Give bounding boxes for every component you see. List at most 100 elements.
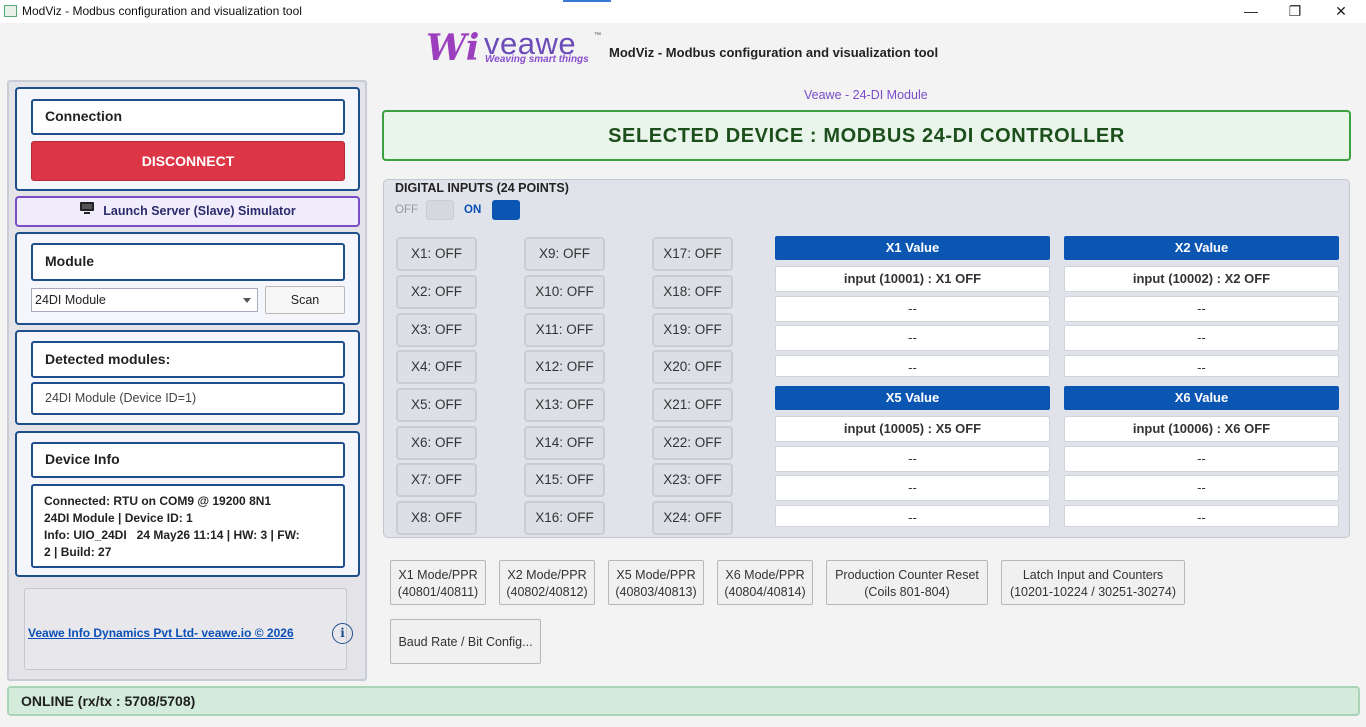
window-titlebar: ModViz - Modbus configuration and visual… [0,0,1366,23]
value-cell: input (10002) : X2 OFF [1064,266,1339,292]
value-cell: -- [1064,295,1339,322]
value-cell: input (10005) : X5 OFF [775,416,1050,442]
baud-rate-config-button[interactable]: Baud Rate / Bit Config... [390,619,541,664]
monitor-icon [79,197,95,224]
value-cell: -- [1064,504,1339,527]
digital-input-button[interactable]: X8: OFF [396,501,477,535]
device-info-line: 2 | Build: 27 [44,545,112,559]
digital-input-button[interactable]: X21: OFF [652,388,733,422]
value-cell: -- [775,325,1050,351]
legend-on-swatch [492,200,520,220]
digital-input-button[interactable]: X18: OFF [652,275,733,309]
button-label-line1: X2 Mode/PPR [507,568,587,582]
digital-input-button[interactable]: X13: OFF [524,388,605,422]
digital-input-button[interactable]: X7: OFF [396,463,477,497]
maximize-button[interactable]: ❐ [1272,0,1318,23]
digital-input-button[interactable]: X19: OFF [652,313,733,347]
legend-off-label: OFF [395,204,418,216]
legend-on-label: ON [464,204,482,216]
digital-input-button[interactable]: X12: OFF [524,350,605,384]
button-label-line1: Latch Input and Counters [1022,568,1164,582]
value-cell: -- [775,295,1050,322]
digital-input-button[interactable]: X11: OFF [524,313,605,347]
device-info-line: 24DI Module | Device ID: 1 [44,511,193,525]
digital-input-button[interactable]: X14: OFF [524,426,605,460]
app-icon [4,5,17,17]
value-cell: input (10006) : X6 OFF [1064,416,1339,442]
value-cell: -- [775,445,1050,472]
logo-trademark: ™ [594,32,601,39]
veawe-logo: Wi veawe Weaving smart things ™ [424,27,604,69]
value-cell: -- [775,475,1050,501]
button-label-line1: X1 Mode/PPR [398,568,478,582]
value-cell: input (10001) : X1 OFF [775,266,1050,292]
value-cell: -- [775,354,1050,377]
value-panel-header: X6 Value [1064,386,1339,410]
digital-input-button[interactable]: X15: OFF [524,463,605,497]
button-label-line2: (40801/40811) [397,585,479,599]
digital-inputs-panel: DIGITAL INPUTS (24 POINTS) OFF ON X1: OF… [383,179,1350,538]
digital-input-button[interactable]: X20: OFF [652,350,733,384]
disconnect-button[interactable]: DISCONNECT [31,141,345,181]
digital-input-button[interactable]: X23: OFF [652,463,733,497]
focus-indicator [563,0,611,2]
detected-module-item[interactable]: 24DI Module (Device ID=1) [31,382,345,415]
app-title: ModViz - Modbus configuration and visual… [609,45,939,60]
value-panel-header: X2 Value [1064,236,1339,260]
button-label-line1: X6 Mode/PPR [725,568,805,582]
launch-simulator-button[interactable]: Launch Server (Slave) Simulator [15,196,360,227]
chevron-down-icon [243,298,251,303]
button-label-line2: (Coils 801-804) [864,585,950,599]
module-group: Module 24DI Module Scan [15,232,360,325]
sidebar: Connection DISCONNECT Launch Server (Sla… [7,80,367,681]
button-label-line2: (40802/40812) [506,585,588,599]
module-select-value: 24DI Module [35,293,106,307]
value-cell: -- [775,504,1050,527]
selected-device-banner: SELECTED DEVICE : MODBUS 24-DI CONTROLLE… [382,110,1351,161]
digital-input-button[interactable]: X2: OFF [396,275,477,309]
digital-input-button[interactable]: X1: OFF [396,237,477,271]
minimize-button[interactable]: — [1228,0,1274,23]
button-label-line1: X5 Mode/PPR [616,568,696,582]
digital-input-button[interactable]: X22: OFF [652,426,733,460]
value-cell: -- [1064,445,1339,472]
detected-modules-group: Detected modules: 24DI Module (Device ID… [15,330,360,425]
close-button[interactable]: ✕ [1318,0,1364,23]
scan-button[interactable]: Scan [265,286,345,314]
status-bar: ONLINE (rx/tx : 5708/5708) [7,686,1360,716]
mode-config-button[interactable]: Production Counter Reset (Coils 801-804) [826,560,988,605]
logo-mark: Wi [426,27,480,69]
digital-input-button[interactable]: X10: OFF [524,275,605,309]
value-cell: -- [1064,325,1339,351]
digital-input-button[interactable]: X16: OFF [524,501,605,535]
mode-config-button[interactable]: X2 Mode/PPR (40802/40812) [499,560,595,605]
mode-config-button[interactable]: X6 Mode/PPR (40804/40814) [717,560,813,605]
mode-config-button[interactable]: X1 Mode/PPR (40801/40811) [390,560,486,605]
mode-config-button[interactable]: X5 Mode/PPR (40803/40813) [608,560,704,605]
button-label-line2: (10201-10224 / 30251-30274) [1009,585,1177,599]
connection-title: Connection [31,99,345,135]
value-panel-header: X5 Value [775,386,1050,410]
module-subtitle: Veawe - 24-DI Module [804,88,928,102]
value-cell: -- [1064,475,1339,501]
launch-simulator-label: Launch Server (Slave) Simulator [103,204,296,218]
digital-input-button[interactable]: X3: OFF [396,313,477,347]
digital-input-button[interactable]: X5: OFF [396,388,477,422]
device-info-title: Device Info [31,442,345,478]
device-info-line: Info: UIO_24DI 24 May26 11:14 | HW: 3 | … [44,528,300,542]
digital-input-button[interactable]: X24: OFF [652,501,733,535]
digital-input-button[interactable]: X9: OFF [524,237,605,271]
digital-input-button[interactable]: X17: OFF [652,237,733,271]
device-info-text: Connected: RTU on COM9 @ 19200 8N1 24DI … [31,484,345,568]
window-title: ModViz - Modbus configuration and visual… [22,4,302,18]
digital-input-button[interactable]: X4: OFF [396,350,477,384]
module-title: Module [31,243,345,281]
legend-off-swatch [426,200,454,220]
detected-modules-title: Detected modules: [31,341,345,378]
module-select[interactable]: 24DI Module [31,288,258,312]
mode-config-button[interactable]: Latch Input and Counters (10201-10224 / 3… [1001,560,1185,605]
value-cell: -- [1064,354,1339,377]
digital-input-button[interactable]: X6: OFF [396,426,477,460]
info-icon[interactable]: i [332,623,353,644]
company-link[interactable]: Veawe Info Dynamics Pvt Ltd- veawe.io © … [28,626,294,640]
